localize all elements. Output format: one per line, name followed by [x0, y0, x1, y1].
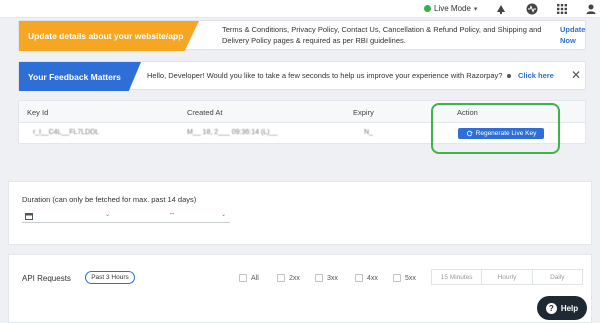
announcement-icon[interactable] — [495, 3, 507, 15]
filter-2xx-checkbox[interactable]: 2xx — [277, 274, 300, 282]
checkbox[interactable] — [277, 274, 285, 282]
close-icon[interactable]: ✕ — [569, 67, 583, 83]
time-range-pill[interactable]: Past 3 Hours — [85, 271, 135, 284]
checkbox[interactable] — [315, 274, 323, 282]
update-details-tag: Update details about your website/app — [19, 21, 199, 51]
user-icon[interactable] — [585, 3, 597, 15]
filter-4xx-checkbox[interactable]: 4xx — [355, 274, 378, 282]
granularity-daily[interactable]: Daily — [533, 270, 582, 284]
update-now-link[interactable]: Update Now — [560, 24, 600, 46]
duration-end-value: -- — [169, 211, 175, 218]
granularity-hourly[interactable]: Hourly — [482, 270, 533, 284]
help-icon: ? — [545, 302, 557, 314]
granularity-selector: 15 Minutes Hourly Daily — [431, 269, 583, 285]
live-status-dot — [424, 5, 431, 12]
live-mode-label: Live Mode — [434, 4, 471, 13]
chevron-down-icon: ▾ — [473, 5, 478, 13]
top-bar: Live Mode ▾ — [0, 0, 600, 18]
calendar-icon — [25, 213, 33, 220]
filter-label: All — [251, 274, 259, 282]
feedback-tag: Your Feedback Matters — [19, 62, 141, 91]
feedback-click-here-link[interactable]: Click here — [518, 71, 554, 80]
filter-all-checkbox[interactable]: All — [239, 274, 259, 282]
api-requests-section: API Requests Past 3 Hours All 2xx 3xx 4x… — [8, 254, 592, 323]
apps-grid-icon[interactable] — [556, 3, 568, 15]
filter-5xx-checkbox[interactable]: 5xx — [393, 274, 416, 282]
expiry-cell: N_ — [364, 129, 373, 136]
bullet-dot — [507, 74, 511, 78]
duration-label: Duration (can only be fetched for max. p… — [22, 195, 197, 204]
action-highlight-annotation — [431, 103, 560, 154]
chevron-down-icon: ⌄ — [104, 212, 110, 218]
duration-end-select[interactable]: -- ⌄ — [114, 209, 230, 223]
filter-3xx-checkbox[interactable]: 3xx — [315, 274, 338, 282]
help-button[interactable]: ? Help — [537, 296, 587, 320]
header-created-at: Created At — [187, 108, 223, 117]
duration-start-select[interactable]: ⌄ — [22, 209, 114, 223]
help-label: Help — [560, 303, 579, 313]
chevron-down-icon: ⌄ — [220, 212, 226, 218]
filter-label: 2xx — [289, 274, 300, 282]
duration-section: Duration (can only be fetched for max. p… — [8, 181, 592, 245]
filter-label: 3xx — [327, 274, 338, 282]
checkbox[interactable] — [355, 274, 363, 282]
activity-icon[interactable] — [526, 3, 538, 15]
key-id-cell: r_l__C4L__FL7LDDL — [33, 129, 100, 136]
update-details-text: Terms & Conditions, Privacy Policy, Cont… — [222, 25, 542, 45]
live-mode-toggle[interactable]: Live Mode ▾ — [424, 4, 477, 13]
update-details-banner: Update details about your website/app Te… — [18, 20, 586, 51]
granularity-15-minutes[interactable]: 15 Minutes — [432, 270, 483, 284]
filter-label: 4xx — [367, 274, 378, 282]
created-at-cell: M__ 18, 2___ 09:36:14 (L)__ — [187, 129, 278, 136]
filter-label: 5xx — [405, 274, 416, 282]
header-key-id: Key Id — [27, 108, 49, 117]
api-requests-label: API Requests — [22, 274, 71, 283]
checkbox[interactable] — [393, 274, 401, 282]
checkbox[interactable] — [239, 274, 247, 282]
feedback-text: Hello, Developer! Would you like to take… — [147, 71, 503, 80]
header-expiry: Expiry — [353, 108, 374, 117]
feedback-banner: Your Feedback Matters Hello, Developer! … — [18, 61, 586, 91]
